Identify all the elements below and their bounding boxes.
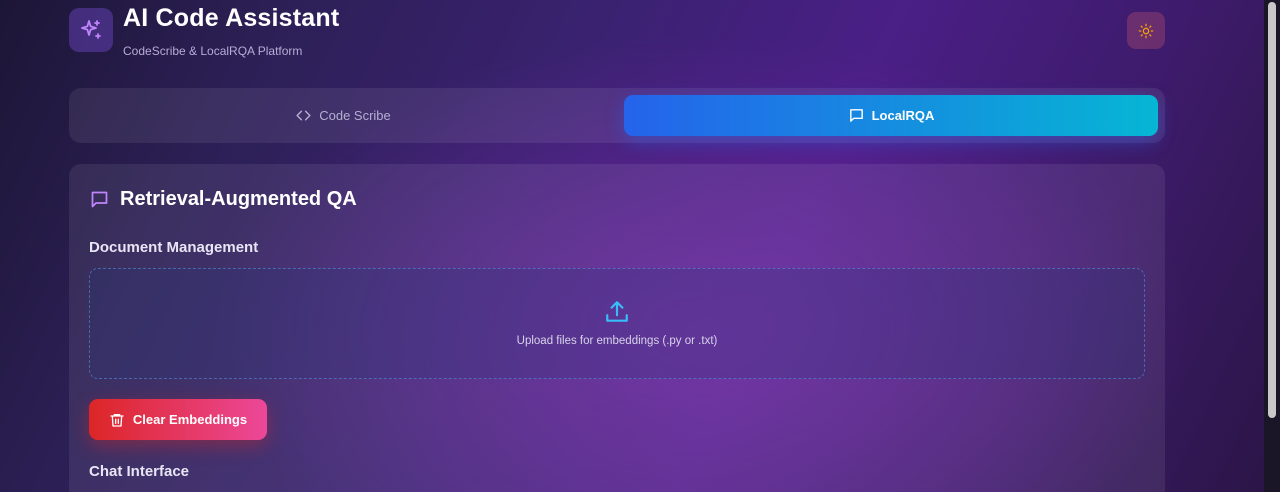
code-icon [296,110,311,121]
trash-icon [110,413,124,427]
sparkles-icon [81,20,101,39]
upload-dropzone[interactable]: Upload files for embeddings (.py or .txt… [89,268,1145,379]
theme-toggle-button[interactable] [1127,12,1165,49]
card-header: Retrieval-Augmented QA [89,188,357,211]
scrollbar-thumb[interactable] [1268,2,1276,418]
upload-icon [606,301,628,322]
message-square-icon [91,191,108,208]
app-subtitle: CodeScribe & LocalRQA Platform [123,44,303,58]
page-scrollbar[interactable] [1264,0,1280,492]
sun-icon [1138,23,1154,38]
clear-embeddings-button[interactable]: Clear Embeddings [89,399,267,440]
tab-code-scribe-label: Code Scribe [319,108,391,123]
clear-embeddings-label: Clear Embeddings [132,412,248,427]
tab-code-scribe[interactable]: Code Scribe [76,95,610,136]
upload-instructions: Upload files for embeddings (.py or .txt… [516,335,718,347]
app-header: AI Code Assistant CodeScribe & LocalRQA … [69,0,1165,70]
tab-localrqa-label: LocalRQA [871,108,935,123]
document-management-heading: Document Management [89,239,259,256]
app-title: AI Code Assistant [123,4,340,32]
card-title: Retrieval-Augmented QA [120,188,357,210]
app-logo [69,8,113,52]
mode-tabs: Code Scribe LocalRQA [69,88,1165,143]
rqa-card: Retrieval-Augmented QA Document Manageme… [69,164,1165,492]
message-square-icon [849,109,863,122]
chat-interface-heading: Chat Interface [89,463,190,480]
tab-localrqa[interactable]: LocalRQA [624,95,1158,136]
